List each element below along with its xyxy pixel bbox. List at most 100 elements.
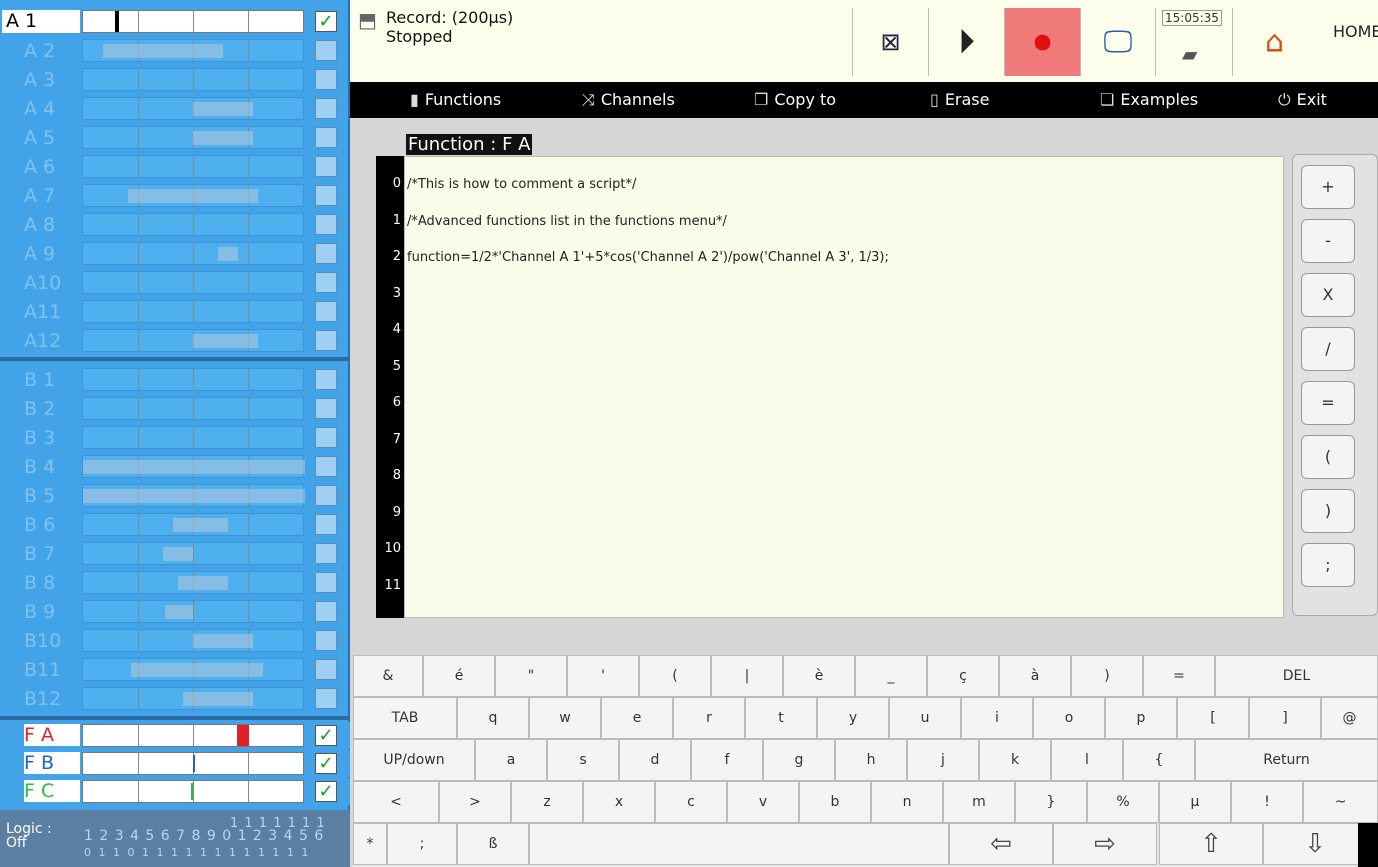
- channel-row[interactable]: A 9: [0, 240, 350, 267]
- code-line[interactable]: /*This is how to comment a script*/: [407, 177, 636, 192]
- key-return[interactable]: Return: [1195, 739, 1378, 781]
- channel-row[interactable]: A 3: [0, 66, 350, 93]
- channel-checkbox[interactable]: [315, 243, 337, 264]
- key-c[interactable]: c: [655, 781, 727, 823]
- key-[interactable]: é: [423, 655, 495, 697]
- function-checkbox[interactable]: ✓: [315, 753, 337, 774]
- function-checkbox[interactable]: ✓: [315, 781, 337, 802]
- key-[interactable]: >: [439, 781, 511, 823]
- menu-copy-to[interactable]: ❐ Copy to: [754, 90, 836, 109]
- channel-checkbox[interactable]: [315, 543, 337, 564]
- key-[interactable]: ;: [387, 823, 457, 865]
- operator-key[interactable]: ;: [1301, 543, 1355, 587]
- code-line[interactable]: function=1/2*'Channel A 1'+5*cos('Channe…: [407, 250, 889, 265]
- channel-checkbox[interactable]: [315, 156, 337, 177]
- menu-exit[interactable]: ⏻ Exit: [1278, 90, 1327, 110]
- key-t[interactable]: t: [745, 697, 817, 739]
- display-button[interactable]: ⊠: [852, 8, 928, 76]
- key-tab[interactable]: TAB: [353, 697, 457, 739]
- home-icon-button[interactable]: ⌂: [1232, 8, 1316, 76]
- key-[interactable]: <: [353, 781, 439, 823]
- channel-checkbox[interactable]: [315, 40, 337, 61]
- operator-key[interactable]: /: [1301, 327, 1355, 371]
- channel-checkbox[interactable]: [315, 630, 337, 651]
- key-j[interactable]: j: [907, 739, 979, 781]
- channel-checkbox[interactable]: [315, 659, 337, 680]
- channel-checkbox[interactable]: [315, 98, 337, 119]
- key-[interactable]: ): [1071, 655, 1143, 697]
- operator-key[interactable]: ): [1301, 489, 1355, 533]
- channel-row[interactable]: B 5: [0, 482, 350, 509]
- key-g[interactable]: g: [763, 739, 835, 781]
- channel-row[interactable]: A 2: [0, 37, 350, 64]
- key-z[interactable]: z: [511, 781, 583, 823]
- channel-checkbox[interactable]: [315, 601, 337, 622]
- key-[interactable]: |: [711, 655, 783, 697]
- record-button[interactable]: ⏺: [1004, 8, 1080, 76]
- function-channel-row[interactable]: F C ✓: [0, 778, 350, 805]
- home-button[interactable]: HOME: [1333, 22, 1378, 41]
- key-[interactable]: *: [353, 823, 387, 865]
- key-u[interactable]: u: [889, 697, 961, 739]
- channel-row[interactable]: B 3: [0, 424, 350, 451]
- key-h[interactable]: h: [835, 739, 907, 781]
- key-f[interactable]: f: [691, 739, 763, 781]
- function-channel-row[interactable]: F A ✓: [0, 722, 350, 749]
- key-[interactable]: ç: [927, 655, 999, 697]
- key-k[interactable]: k: [979, 739, 1051, 781]
- key-[interactable]: µ: [1159, 781, 1231, 823]
- menu-channels[interactable]: ⤨ Channels: [582, 90, 675, 110]
- channel-checkbox[interactable]: [315, 514, 337, 535]
- key-[interactable]: _: [855, 655, 927, 697]
- key-i[interactable]: i: [961, 697, 1033, 739]
- key-[interactable]: {: [1123, 739, 1195, 781]
- key-o[interactable]: o: [1033, 697, 1105, 739]
- key-y[interactable]: y: [817, 697, 889, 739]
- channel-checkbox[interactable]: [315, 185, 337, 206]
- key-p[interactable]: p: [1105, 697, 1177, 739]
- key-v[interactable]: v: [727, 781, 799, 823]
- key-updown[interactable]: UP/down: [353, 739, 475, 781]
- channel-row[interactable]: B 8: [0, 569, 350, 596]
- channel-checkbox[interactable]: [315, 69, 337, 90]
- screenshot-button[interactable]: 🖵: [1080, 8, 1155, 76]
- down-arrow-key[interactable]: ⇩: [1263, 823, 1367, 865]
- key-q[interactable]: q: [457, 697, 529, 739]
- key-[interactable]: =: [1143, 655, 1215, 697]
- channel-checkbox[interactable]: [315, 272, 337, 293]
- channel-row[interactable]: B 1: [0, 366, 350, 393]
- channel-row[interactable]: A 1 ✓: [0, 8, 350, 35]
- channel-row[interactable]: A12: [0, 327, 350, 354]
- left-arrow-key[interactable]: ⇦: [949, 823, 1053, 865]
- key-[interactable]: !: [1231, 781, 1303, 823]
- channel-row[interactable]: A11: [0, 298, 350, 325]
- channel-checkbox[interactable]: [315, 572, 337, 593]
- key-[interactable]: ': [567, 655, 639, 697]
- up-arrow-key[interactable]: ⇧: [1159, 823, 1263, 865]
- channel-row[interactable]: A 5: [0, 124, 350, 151]
- operator-key[interactable]: (: [1301, 435, 1355, 479]
- operator-key[interactable]: =: [1301, 381, 1355, 425]
- key-l[interactable]: l: [1051, 739, 1123, 781]
- key-[interactable]: è: [783, 655, 855, 697]
- channel-row[interactable]: B 2: [0, 395, 350, 422]
- key-e[interactable]: e: [601, 697, 673, 739]
- channel-row[interactable]: A10: [0, 269, 350, 296]
- key-[interactable]: à: [999, 655, 1071, 697]
- channel-checkbox[interactable]: [315, 688, 337, 709]
- key-del[interactable]: DEL: [1215, 655, 1378, 697]
- channel-checkbox[interactable]: [315, 330, 337, 351]
- script-editor[interactable]: /*This is how to comment a script*/ /*Adv…: [404, 156, 1284, 618]
- channel-row[interactable]: B12: [0, 685, 350, 712]
- channel-checkbox[interactable]: [315, 301, 337, 322]
- key-[interactable]: ]: [1249, 697, 1321, 739]
- key-[interactable]: [: [1177, 697, 1249, 739]
- code-line[interactable]: /*Advanced functions list in the functio…: [407, 214, 727, 229]
- function-checkbox[interactable]: ✓: [315, 725, 337, 746]
- menu-examples[interactable]: ❏ Examples: [1100, 90, 1198, 109]
- key-m[interactable]: m: [943, 781, 1015, 823]
- channel-checkbox[interactable]: [315, 485, 337, 506]
- key-[interactable]: %: [1087, 781, 1159, 823]
- channel-checkbox[interactable]: [315, 398, 337, 419]
- channel-row[interactable]: A 6: [0, 153, 350, 180]
